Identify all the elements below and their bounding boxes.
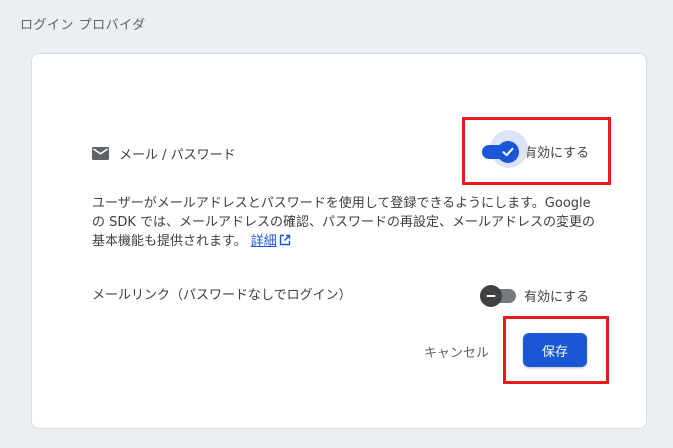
- description-text: ユーザーがメールアドレスとパスワードを使用して登録できるようにします。Googl…: [92, 196, 596, 249]
- external-link-icon[interactable]: [279, 234, 291, 246]
- minus-icon: [486, 294, 496, 297]
- mail-icon: [92, 147, 109, 160]
- toggle-track[interactable]: [480, 284, 516, 307]
- annotation-highlight-toggle: [462, 117, 611, 185]
- email-password-label: メール / パスワード: [119, 148, 236, 163]
- email-link-toggle-label: 有効にする: [524, 290, 590, 305]
- email-password-description: ユーザーがメールアドレスとパスワードを使用して登録できるようにします。Googl…: [92, 194, 602, 251]
- toggle-thumb[interactable]: [480, 284, 502, 307]
- details-link-label[interactable]: 詳細: [251, 234, 277, 249]
- email-link-label: メールリンク（パスワードなしでログイン）: [92, 288, 352, 303]
- section-title: ログイン プロバイダ: [20, 18, 146, 33]
- cancel-button[interactable]: キャンセル: [424, 342, 489, 361]
- annotation-highlight-save: [503, 316, 609, 384]
- email-password-provider-row: メール / パスワード: [92, 144, 236, 163]
- details-link[interactable]: 詳細: [251, 234, 291, 249]
- email-link-enable-toggle[interactable]: 有効にする: [480, 284, 590, 307]
